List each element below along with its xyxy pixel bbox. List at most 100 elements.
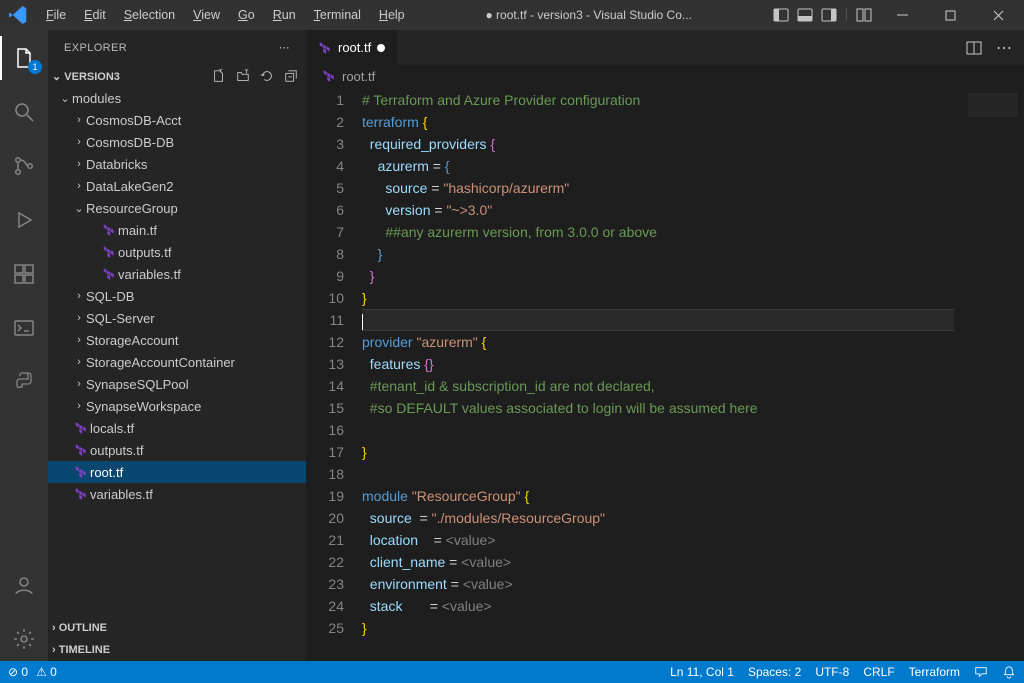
tree-label: outputs.tf [90, 443, 143, 458]
menu-help[interactable]: Help [371, 4, 413, 26]
new-file-icon[interactable] [212, 69, 226, 83]
chevron-right-icon: › [72, 136, 86, 148]
panel-bottom-icon[interactable] [797, 7, 813, 23]
menu-selection[interactable]: Selection [116, 4, 183, 26]
status-encoding[interactable]: UTF-8 [815, 665, 849, 679]
menu-view[interactable]: View [185, 4, 228, 26]
activity-explorer[interactable]: 1 [0, 36, 48, 80]
file-root-tf[interactable]: root.tf [48, 461, 306, 483]
tree-label: Databricks [86, 157, 147, 172]
file-locals-tf[interactable]: locals.tf [48, 417, 306, 439]
menu-go[interactable]: Go [230, 4, 263, 26]
file-outputs-tf[interactable]: outputs.tf [48, 241, 306, 263]
activity-source-control[interactable] [0, 144, 48, 188]
explorer-sidebar: EXPLORER ⋯ ⌄ VERSION3 ⌄modules›CosmosDB-… [48, 30, 306, 661]
panel-right-icon[interactable] [821, 7, 837, 23]
layout-grid-icon[interactable] [856, 7, 872, 23]
explorer-badge: 1 [28, 60, 42, 74]
status-bell-icon[interactable] [1002, 665, 1016, 679]
file-main-tf[interactable]: main.tf [48, 219, 306, 241]
file-tree: ⌄modules›CosmosDB-Acct›CosmosDB-DB›Datab… [48, 87, 306, 617]
project-header[interactable]: ⌄ VERSION3 [48, 65, 306, 87]
folder-databricks[interactable]: ›Databricks [48, 153, 306, 175]
terraform-file-icon [72, 487, 90, 501]
terraform-file-icon [72, 443, 90, 457]
status-eol[interactable]: CRLF [863, 665, 894, 679]
status-bar: ⊘ 0 ⚠ 0 Ln 11, Col 1 Spaces: 2 UTF-8 CRL… [0, 661, 1024, 683]
tab-label: root.tf [338, 40, 371, 55]
tree-label: SQL-Server [86, 311, 155, 326]
activity-run-debug[interactable] [0, 198, 48, 242]
tree-label: modules [72, 91, 121, 106]
tab-root-tf[interactable]: root.tf [306, 30, 398, 65]
close-button[interactable] [976, 0, 1020, 30]
refresh-icon[interactable] [260, 69, 274, 83]
status-line-col[interactable]: Ln 11, Col 1 [670, 665, 734, 679]
folder-resourcegroup[interactable]: ⌄ResourceGroup [48, 197, 306, 219]
outline-section[interactable]: › OUTLINE [48, 617, 306, 639]
file-variables-tf[interactable]: variables.tf [48, 483, 306, 505]
activity-search[interactable] [0, 90, 48, 134]
activity-python[interactable] [0, 360, 48, 404]
activity-terminal[interactable] [0, 306, 48, 350]
menu-bar: FileEditSelectionViewGoRunTerminalHelp [36, 4, 413, 26]
chevron-right-icon: › [72, 180, 86, 192]
folder-cosmosdb-acct[interactable]: ›CosmosDB-Acct [48, 109, 306, 131]
explorer-title: EXPLORER [64, 42, 127, 54]
folder-storageaccountcontainer[interactable]: ›StorageAccountContainer [48, 351, 306, 373]
chevron-right-icon: › [72, 400, 86, 412]
folder-sql-server[interactable]: ›SQL-Server [48, 307, 306, 329]
panel-left-icon[interactable] [773, 7, 789, 23]
split-editor-icon[interactable] [966, 40, 982, 56]
activity-settings[interactable] [0, 617, 48, 661]
tree-label: outputs.tf [118, 245, 171, 260]
chevron-right-icon: › [72, 378, 86, 390]
breadcrumb[interactable]: root.tf [306, 65, 1024, 87]
title-bar: FileEditSelectionViewGoRunTerminalHelp ●… [0, 0, 1024, 30]
tab-more-icon[interactable]: ⋯ [996, 38, 1012, 58]
activity-accounts[interactable] [0, 563, 48, 607]
folder-synapsesqlpool[interactable]: ›SynapseSQLPool [48, 373, 306, 395]
tree-label: root.tf [90, 465, 123, 480]
menu-run[interactable]: Run [265, 4, 304, 26]
tree-label: CosmosDB-DB [86, 135, 174, 150]
status-feedback-icon[interactable] [974, 665, 988, 679]
menu-terminal[interactable]: Terminal [306, 4, 369, 26]
menu-edit[interactable]: Edit [76, 4, 114, 26]
folder-datalakegen2[interactable]: ›DataLakeGen2 [48, 175, 306, 197]
menu-file[interactable]: File [38, 4, 74, 26]
tree-label: locals.tf [90, 421, 134, 436]
editor-area: root.tf ⋯ root.tf 1234567891011121314151… [306, 30, 1024, 661]
folder-modules[interactable]: ⌄modules [48, 87, 306, 109]
minimize-button[interactable] [880, 0, 924, 30]
status-indent[interactable]: Spaces: 2 [748, 665, 801, 679]
code-content[interactable]: # Terraform and Azure Provider configura… [362, 87, 954, 661]
collapse-all-icon[interactable] [284, 69, 298, 83]
status-language[interactable]: Terraform [909, 665, 960, 679]
terraform-file-icon [72, 421, 90, 435]
file-variables-tf[interactable]: variables.tf [48, 263, 306, 285]
folder-synapseworkspace[interactable]: ›SynapseWorkspace [48, 395, 306, 417]
folder-cosmosdb-db[interactable]: ›CosmosDB-DB [48, 131, 306, 153]
tree-label: SynapseSQLPool [86, 377, 189, 392]
timeline-section[interactable]: › TIMELINE [48, 639, 306, 661]
file-outputs-tf[interactable]: outputs.tf [48, 439, 306, 461]
activity-extensions[interactable] [0, 252, 48, 296]
window-title: ● root.tf - version3 - Visual Studio Co.… [413, 8, 765, 22]
maximize-button[interactable] [928, 0, 972, 30]
status-errors[interactable]: ⊘ 0 [8, 665, 28, 679]
chevron-right-icon: › [72, 334, 86, 346]
folder-storageaccount[interactable]: ›StorageAccount [48, 329, 306, 351]
status-warnings[interactable]: ⚠ 0 [36, 665, 57, 679]
terraform-file-icon [318, 41, 332, 55]
activity-bar: 1 [0, 30, 48, 661]
terraform-file-icon [322, 69, 336, 83]
explorer-more-icon[interactable]: ⋯ [279, 41, 290, 54]
folder-sql-db[interactable]: ›SQL-DB [48, 285, 306, 307]
chevron-right-icon: › [72, 356, 86, 368]
breadcrumb-file: root.tf [342, 69, 375, 84]
minimap[interactable] [954, 87, 1024, 661]
editor-body[interactable]: 1234567891011121314151617181920212223242… [306, 87, 1024, 661]
new-folder-icon[interactable] [236, 69, 250, 83]
tree-label: variables.tf [90, 487, 153, 502]
